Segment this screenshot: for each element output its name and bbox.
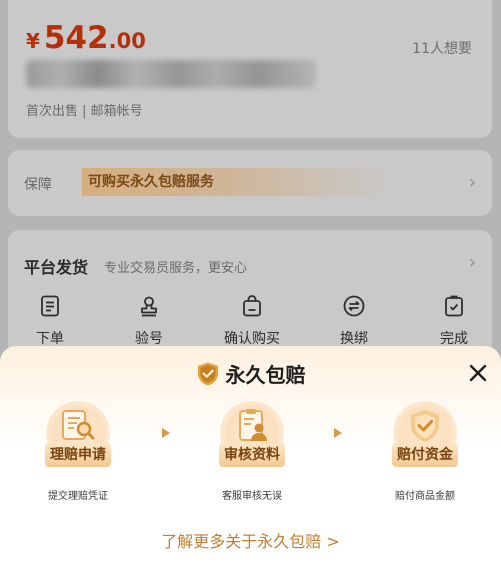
step-badge: 理赔申请 bbox=[45, 443, 111, 467]
step-verify: 验号 bbox=[109, 294, 189, 348]
step-label: 验号 bbox=[135, 331, 163, 347]
stamp-icon bbox=[141, 296, 157, 317]
gold-shield-check-icon bbox=[197, 362, 218, 385]
chevron-right-icon: › bbox=[468, 252, 476, 273]
step-label: 完成 bbox=[440, 331, 468, 347]
price: ¥542.00 bbox=[26, 20, 146, 56]
listing-subline: 首次出售 | 邮箱帐号 bbox=[26, 104, 143, 119]
arrow-right-icon bbox=[162, 428, 170, 438]
guarantee-label: 保障 bbox=[24, 177, 52, 193]
price-card: ¥542.00 11人想要 首次出售 | 邮箱帐号 bbox=[8, 0, 492, 138]
step-confirm: 确认购买 bbox=[212, 294, 292, 348]
check-box-icon bbox=[445, 295, 463, 317]
step-done: 完成 bbox=[414, 294, 494, 348]
shipping-title: 平台发货 bbox=[24, 258, 89, 277]
step-rebind: 换绑 bbox=[314, 294, 394, 348]
want-count: 11人想要 bbox=[412, 41, 472, 57]
price-integer: 542 bbox=[43, 20, 109, 56]
close-icon[interactable] bbox=[467, 362, 489, 384]
price-currency: ¥ bbox=[26, 29, 40, 53]
shipping-desc: 专业交易员服务，更安心 bbox=[104, 261, 248, 276]
document-icon bbox=[41, 295, 59, 317]
price-decimal: .00 bbox=[108, 29, 146, 53]
swap-icon bbox=[343, 295, 365, 317]
guarantee-tag: 可购买永久包赔服务 bbox=[82, 168, 392, 196]
sheet-title: 永久包赔 bbox=[225, 363, 306, 387]
step-order: 下单 bbox=[10, 294, 90, 348]
claim-illustration: 理赔申请 bbox=[23, 399, 133, 469]
review-illustration: 审核资料 bbox=[197, 399, 307, 469]
profile-card-icon bbox=[239, 409, 267, 441]
step-caption: 提交理赔凭证 bbox=[48, 491, 108, 502]
chevron-right-icon: › bbox=[468, 172, 476, 193]
bag-icon bbox=[243, 295, 261, 317]
arrow-right-icon bbox=[334, 428, 342, 438]
step-caption: 客服审核无误 bbox=[222, 491, 282, 502]
claim-step-apply: 理赔申请 提交理赔凭证 bbox=[23, 399, 133, 502]
step-caption: 赔付商品金额 bbox=[395, 491, 455, 502]
step-badge: 审核资料 bbox=[219, 443, 285, 467]
step-badge: 赔付资金 bbox=[392, 443, 458, 467]
step-label: 下单 bbox=[36, 331, 64, 347]
step-label: 确认购买 bbox=[224, 331, 280, 347]
claim-step-review: 审核资料 客服审核无误 bbox=[197, 399, 307, 502]
sheet-header: 永久包赔 bbox=[0, 359, 501, 388]
blurred-item-title bbox=[26, 60, 316, 88]
guarantee-row[interactable]: 保障 可购买永久包赔服务 › bbox=[8, 150, 492, 216]
step-label: 换绑 bbox=[340, 331, 368, 347]
claim-step-payout: 赔付资金 赔付商品金额 bbox=[370, 399, 480, 502]
document-magnifier-icon bbox=[62, 410, 95, 440]
learn-more-link[interactable]: 了解更多关于永久包赔 > bbox=[0, 528, 501, 552]
permanent-compensation-sheet: 永久包赔 理赔申请 提交理赔凭证 审核资料 客服审核无误 赔付资金 赔付商品金额… bbox=[0, 346, 501, 567]
shield-check-icon bbox=[411, 410, 439, 442]
payout-illustration: 赔付资金 bbox=[370, 399, 480, 469]
